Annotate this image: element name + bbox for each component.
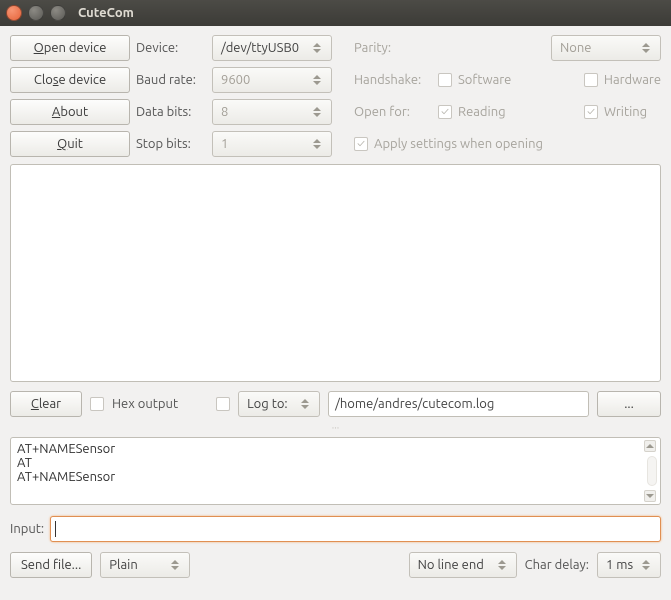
reading-checkbox (438, 105, 452, 119)
parity-combo: None (551, 35, 661, 61)
baud-combo: 9600 (212, 67, 332, 93)
history-line: AT+NAMESensor (17, 470, 654, 484)
openfor-label: Open for: (354, 105, 432, 119)
stopbits-combo: 1 (212, 131, 332, 157)
clear-button[interactable]: Clear (10, 391, 82, 417)
writing-label: Writing (604, 105, 661, 119)
input-field[interactable] (50, 516, 661, 542)
scrollbar[interactable] (644, 440, 658, 502)
encoding-value: Plain (109, 558, 137, 572)
baud-label: Baud rate: (136, 73, 206, 87)
chardelay-value: 1 ms (606, 558, 633, 572)
databits-label: Data bits: (136, 105, 206, 119)
encoding-combo[interactable]: Plain (100, 552, 190, 578)
logto-checkbox[interactable] (216, 397, 230, 411)
maximize-icon[interactable] (50, 5, 66, 21)
handshake-label: Handshake: (354, 73, 432, 87)
databits-combo: 8 (212, 99, 332, 125)
close-icon[interactable] (6, 5, 22, 21)
parity-label: Parity: (354, 41, 432, 55)
quit-button[interactable]: Quit (10, 131, 130, 157)
reading-label: Reading (458, 105, 506, 119)
software-checkbox (438, 73, 452, 87)
lineend-combo[interactable]: No line end (409, 552, 517, 578)
writing-checkbox (584, 105, 598, 119)
hexout-checkbox[interactable] (90, 397, 104, 411)
history-line: AT+NAMESensor (17, 442, 654, 456)
scroll-down-icon[interactable] (644, 490, 656, 502)
about-button[interactable]: About (10, 99, 130, 125)
separator: ··· (10, 422, 661, 433)
databits-value: 8 (221, 105, 228, 119)
scroll-up-icon[interactable] (644, 440, 656, 452)
send-file-button[interactable]: Send file... (10, 552, 92, 578)
text-cursor (55, 521, 56, 537)
history-line: AT (17, 456, 654, 470)
logto-combo[interactable]: Log to: (238, 391, 320, 417)
logfile-value: /home/andres/cutecom.log (335, 397, 494, 411)
minimize-icon[interactable] (28, 5, 44, 21)
baud-value: 9600 (221, 73, 250, 87)
logfile-field[interactable]: /home/andres/cutecom.log (328, 391, 589, 417)
software-label: Software (458, 73, 511, 87)
hardware-label: Hardware (604, 73, 661, 87)
input-label: Input: (10, 522, 44, 536)
hardware-checkbox (584, 73, 598, 87)
lineend-value: No line end (418, 558, 484, 572)
logto-label: Log to: (247, 397, 288, 411)
device-value: /dev/ttyUSB0 (221, 41, 299, 55)
close-device-button[interactable]: Close device (10, 67, 130, 93)
chardelay-combo[interactable]: 1 ms (597, 552, 661, 578)
chardelay-label: Char delay: (525, 558, 589, 572)
output-area[interactable] (10, 164, 661, 382)
titlebar: CuteCom (0, 0, 671, 26)
hexout-label: Hex output (112, 397, 178, 411)
parity-value: None (560, 41, 592, 55)
open-device-button[interactable]: Open device (10, 35, 130, 61)
stopbits-label: Stop bits: (136, 137, 206, 151)
window-title: CuteCom (78, 6, 134, 20)
scroll-track[interactable] (647, 456, 657, 486)
stopbits-value: 1 (221, 137, 228, 151)
apply-checkbox (354, 137, 368, 151)
device-combo[interactable]: /dev/ttyUSB0 (212, 35, 332, 61)
history-area[interactable]: AT+NAMESensor AT AT+NAMESensor (10, 437, 661, 505)
apply-label: Apply settings when opening (374, 137, 543, 151)
device-label: Device: (136, 41, 206, 55)
browse-button[interactable]: ... (597, 391, 661, 417)
